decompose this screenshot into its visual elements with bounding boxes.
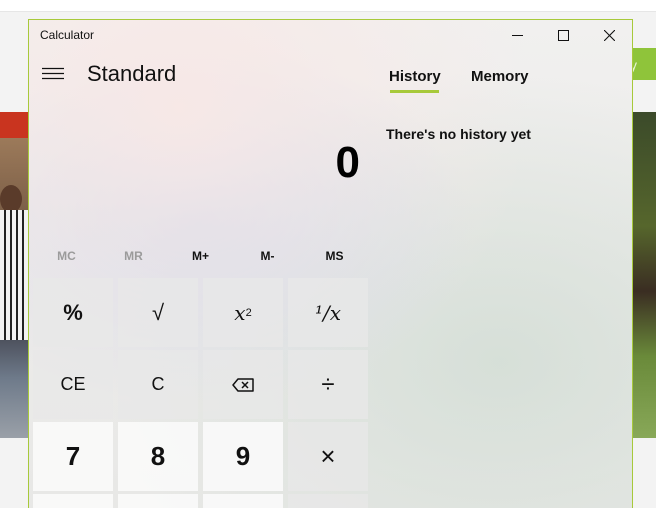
square-base-label: x: [234, 300, 246, 325]
digit-7-button[interactable]: 7: [33, 422, 113, 491]
mode-title: Standard: [87, 61, 177, 86]
calculator-window: Calculator Standard 0 MC MR M+ M- MS % √…: [28, 19, 633, 508]
memory-recall-button[interactable]: MR: [100, 244, 167, 268]
digit-9-button[interactable]: 9: [203, 422, 283, 491]
percent-button[interactable]: %: [33, 278, 113, 347]
navigation-menu-button[interactable]: [35, 56, 71, 92]
memory-subtract-button[interactable]: M-: [234, 244, 301, 268]
digit-4-button-partial[interactable]: [33, 494, 113, 508]
tab-history[interactable]: History: [389, 68, 441, 85]
background-red-strip: [0, 112, 30, 138]
subtract-button-partial[interactable]: [288, 494, 368, 508]
minimize-icon: [511, 34, 523, 36]
reciprocal-button[interactable]: ¹/x: [288, 278, 368, 347]
digit-6-button-partial[interactable]: [203, 494, 283, 508]
calculator-header: Standard: [29, 54, 369, 98]
history-empty-message: There's no history yet: [386, 126, 531, 142]
clear-entry-button[interactable]: CE: [33, 350, 113, 419]
background-person-head: [0, 185, 22, 213]
digit-8-button[interactable]: 8: [118, 422, 198, 491]
background-right-photo: [632, 112, 656, 438]
memory-row: MC MR M+ M- MS: [33, 244, 369, 268]
result-display: 0: [335, 138, 360, 187]
tab-selected-indicator: [390, 90, 439, 93]
backspace-button[interactable]: [203, 350, 283, 419]
square-root-button[interactable]: √: [118, 278, 198, 347]
backspace-icon: [232, 377, 254, 392]
memory-add-button[interactable]: M+: [167, 244, 234, 268]
tab-memory[interactable]: Memory: [471, 68, 529, 85]
square-button[interactable]: x2: [203, 278, 283, 347]
square-exponent-label: 2: [245, 306, 252, 319]
background-person-shirt: [0, 210, 30, 340]
hamburger-icon: [42, 67, 64, 80]
digit-5-button-partial[interactable]: [118, 494, 198, 508]
divide-button[interactable]: ÷: [288, 350, 368, 419]
clear-button[interactable]: C: [118, 350, 198, 419]
close-icon: [603, 29, 615, 41]
minimize-button[interactable]: [494, 20, 540, 50]
window-title: Calculator: [40, 28, 95, 42]
multiply-button[interactable]: ×: [288, 422, 368, 491]
maximize-button[interactable]: [540, 20, 586, 50]
maximize-icon: [557, 29, 569, 41]
memory-clear-button[interactable]: MC: [33, 244, 100, 268]
title-bar[interactable]: Calculator: [29, 20, 632, 50]
background-top-bar: [0, 0, 656, 12]
memory-store-button[interactable]: MS: [301, 244, 368, 268]
close-button[interactable]: [586, 20, 632, 50]
reciprocal-label: ¹/x: [314, 300, 342, 325]
